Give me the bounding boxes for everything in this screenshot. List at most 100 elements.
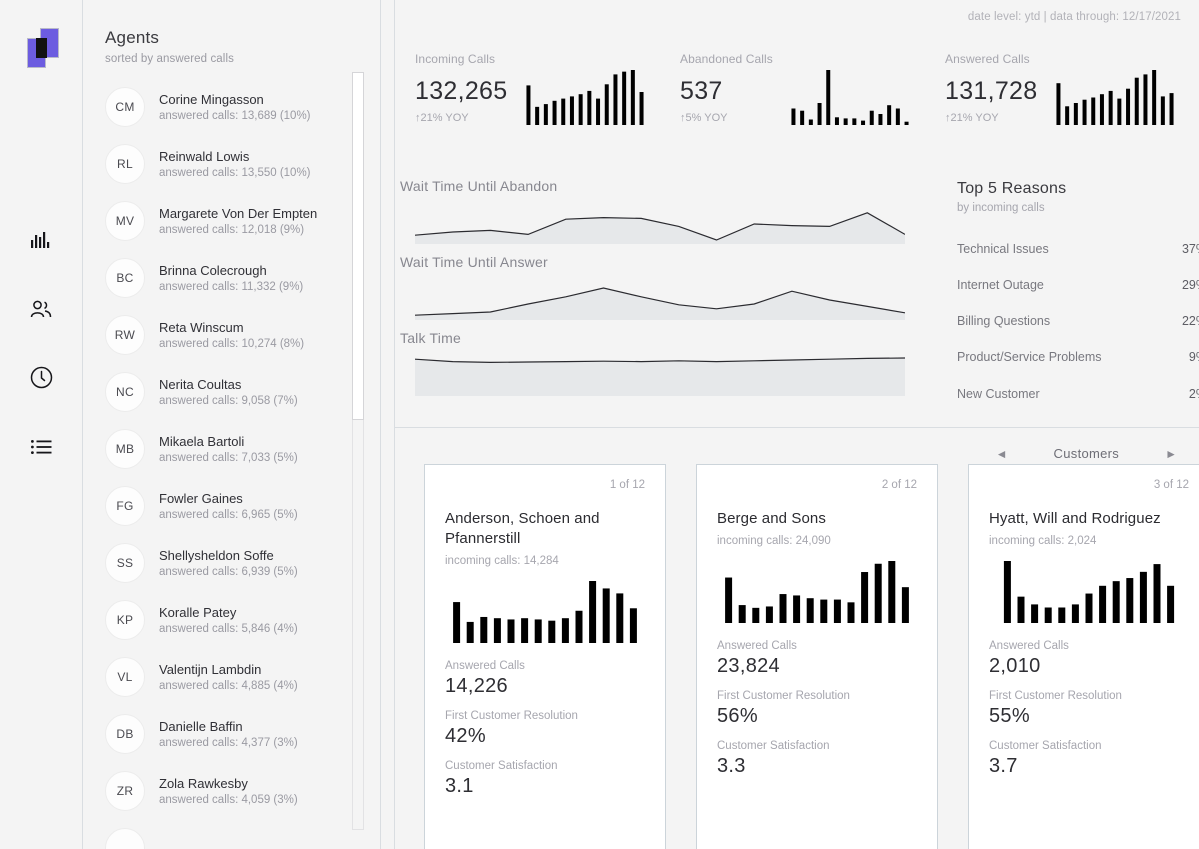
- reason-percentage: 22%: [1181, 314, 1199, 329]
- csat-label: Customer Satisfaction: [717, 739, 830, 752]
- agent-list-item[interactable]: CM Corine Mingasson answered calls: 13,689…: [83, 78, 380, 135]
- people-icon: [30, 300, 54, 318]
- incoming-calls: incoming calls: 24,090: [717, 534, 831, 547]
- agent-list-item[interactable]: KP Koralle Patey answered calls: 5,846 (4%…: [83, 591, 380, 648]
- card-index: 2 of 12: [881, 479, 917, 491]
- kpi-row: Incoming Calls 132,265 ↑21% YOY Abandoned C…: [395, 52, 1199, 152]
- customers-panel: ◄ Customers ► 1 of 12 Anderson, Schoen an…: [394, 428, 1199, 849]
- avatar: CM: [105, 86, 145, 127]
- customer-card[interactable]: 2 of 12 Berge and Sons incoming calls: 24,…: [696, 464, 938, 849]
- csat-label: Customer Satisfaction: [445, 759, 558, 772]
- agent-list-item[interactable]: DB Danielle Baffin answered calls: 4,377 (…: [83, 705, 380, 762]
- agent-list[interactable]: CM Corine Mingasson answered calls: 13,689…: [83, 78, 380, 849]
- reason-row: Product/Service Problems 9%: [957, 348, 1199, 366]
- kpi-sparkline: [524, 70, 646, 130]
- agent-name: Brinna Colecrough: [159, 262, 267, 278]
- app-logo: [27, 28, 59, 70]
- kpi-sparkline: [789, 70, 911, 130]
- carousel-header: ◄ Customers ►: [996, 446, 1177, 461]
- card-index: 1 of 12: [609, 479, 645, 491]
- logo-rect-dark: [36, 38, 47, 58]
- kpi-text: Abandoned Calls 537 ↑5% YOY: [680, 52, 780, 124]
- reason-percentage: 9%: [1188, 350, 1199, 365]
- agent-info: Corine Mingasson answered calls: 13,689 (…: [159, 91, 311, 123]
- agent-name: Shellysheldon Soffe: [159, 547, 274, 563]
- customer-sparkline: [717, 560, 917, 628]
- kpi-card: Answered Calls 131,728 ↑21% YOY: [945, 52, 1176, 130]
- csat-label: Customer Satisfaction: [989, 739, 1102, 752]
- fcr-label: First Customer Resolution: [989, 689, 1122, 702]
- avatar: NC: [105, 371, 145, 412]
- agent-list-item[interactable]: BC Brinna Colecrough answered calls: 11,33…: [83, 249, 380, 306]
- reason-name: Billing Questions: [957, 314, 1051, 329]
- nav-item-analytics[interactable]: [0, 205, 83, 274]
- agent-list-item[interactable]: MV Margarete Von Der Empten answered calls…: [83, 192, 380, 249]
- area-chart-block: Talk Time: [397, 330, 917, 396]
- agent-list-item[interactable]: FG Fowler Gaines answered calls: 6,965 (5%…: [83, 477, 380, 534]
- kpi-text: Incoming Calls 132,265 ↑21% YOY: [415, 52, 515, 124]
- kpi-yoy-delta: ↑5% YOY: [680, 112, 728, 124]
- agent-name: Corine Mingasson: [159, 91, 264, 107]
- agent-list-item[interactable]: MB Mikaela Bartoli answered calls: 7,033 (…: [83, 420, 380, 477]
- kpi-sparkline: [1054, 70, 1176, 130]
- carousel-prev-button[interactable]: ◄: [996, 447, 1008, 461]
- agent-answered-calls: answered calls: 10,274 (8%): [159, 338, 305, 351]
- agent-info: Brinna Colecrough answered calls: 11,332 …: [159, 262, 303, 294]
- kpi-yoy-delta: ↑21% YOY: [415, 112, 469, 124]
- agents-scrollbar-thumb[interactable]: [352, 72, 364, 420]
- agent-info: Mikaela Bartoli answered calls: 7,033 (5%…: [159, 433, 298, 465]
- kpi-label: Incoming Calls: [415, 52, 496, 66]
- top-reasons-panel: Top 5 Reasons by incoming calls Technica…: [957, 180, 1199, 403]
- agent-info: Koralle Patey answered calls: 5,846 (4%): [159, 604, 298, 636]
- incoming-calls: incoming calls: 14,284: [445, 554, 559, 567]
- customer-card[interactable]: 1 of 12 Anderson, Schoen and Pfannerstill…: [424, 464, 666, 849]
- reason-row: Billing Questions 22%: [957, 312, 1199, 330]
- agent-list-item[interactable]: ZR Zola Rawkesby answered calls: 4,059 (3%…: [83, 762, 380, 819]
- csat-value: 3.3: [717, 754, 746, 777]
- answered-calls-label: Answered Calls: [717, 639, 797, 652]
- agent-list-item[interactable]: RW Reta Winscum answered calls: 10,274 (8%…: [83, 306, 380, 363]
- agent-name: Zola Rawkesby: [159, 775, 248, 791]
- avatar: BC: [105, 257, 145, 298]
- answered-calls-label: Answered Calls: [445, 659, 525, 672]
- carousel-label: Customers: [1053, 446, 1120, 461]
- agent-info: Nerita Coultas answered calls: 9,058 (7%): [159, 376, 298, 408]
- top-reasons-list: Technical Issues 37% Internet Outage 29% Bil…: [957, 240, 1199, 403]
- fcr-label: First Customer Resolution: [717, 689, 850, 702]
- avatar: SS: [105, 542, 145, 583]
- carousel-next-button[interactable]: ►: [1165, 447, 1177, 461]
- agent-answered-calls: answered calls: 4,059 (3%): [159, 794, 298, 807]
- agent-answered-calls: answered calls: 13,550 (10%): [159, 167, 311, 180]
- answered-calls-value: 14,226: [445, 674, 508, 697]
- agent-list-item[interactable]: [83, 819, 380, 849]
- nav-item-list[interactable]: [0, 412, 83, 481]
- agent-list-item[interactable]: VL Valentijn Lambdin answered calls: 4,885…: [83, 648, 380, 705]
- avatar: KP: [105, 599, 145, 640]
- reason-row: Technical Issues 37%: [957, 240, 1199, 258]
- top-reasons-title: Top 5 Reasons: [957, 180, 1067, 197]
- area-chart-title: Wait Time Until Answer: [400, 254, 548, 270]
- avatar: VL: [105, 656, 145, 697]
- nav-rail: [0, 0, 83, 849]
- agent-answered-calls: answered calls: 6,939 (5%): [159, 566, 298, 579]
- customer-card[interactable]: 3 of 12 Hyatt, Will and Rodriguez incoming…: [968, 464, 1199, 849]
- area-chart-block: Wait Time Until Abandon: [397, 178, 917, 244]
- customer-name: Hyatt, Will and Rodriguez: [989, 510, 1161, 527]
- answered-calls-label: Answered Calls: [989, 639, 1069, 652]
- reason-percentage: 29%: [1181, 278, 1199, 293]
- kpi-text: Answered Calls 131,728 ↑21% YOY: [945, 52, 1045, 124]
- kpi-yoy-delta: ↑21% YOY: [945, 112, 999, 124]
- card-index: 3 of 12: [1153, 479, 1189, 491]
- agent-name: Danielle Baffin: [159, 718, 243, 734]
- agent-list-item[interactable]: RL Reinwald Lowis answered calls: 13,550 (…: [83, 135, 380, 192]
- agents-panel: Agents sorted by answered calls CM Corine…: [83, 0, 381, 849]
- agent-list-item[interactable]: SS Shellysheldon Soffe answered calls: 6,9…: [83, 534, 380, 591]
- customer-card-row: 1 of 12 Anderson, Schoen and Pfannerstill…: [424, 464, 1199, 849]
- kpi-label: Answered Calls: [945, 52, 1030, 66]
- area-chart-canvas: [415, 276, 917, 320]
- nav-item-agents[interactable]: [0, 274, 83, 343]
- agent-list-item[interactable]: NC Nerita Coultas answered calls: 9,058 (7…: [83, 363, 380, 420]
- agent-info: Reta Winscum answered calls: 10,274 (8%): [159, 319, 304, 351]
- nav-item-time[interactable]: [0, 343, 83, 412]
- kpi-card: Incoming Calls 132,265 ↑21% YOY: [415, 52, 646, 130]
